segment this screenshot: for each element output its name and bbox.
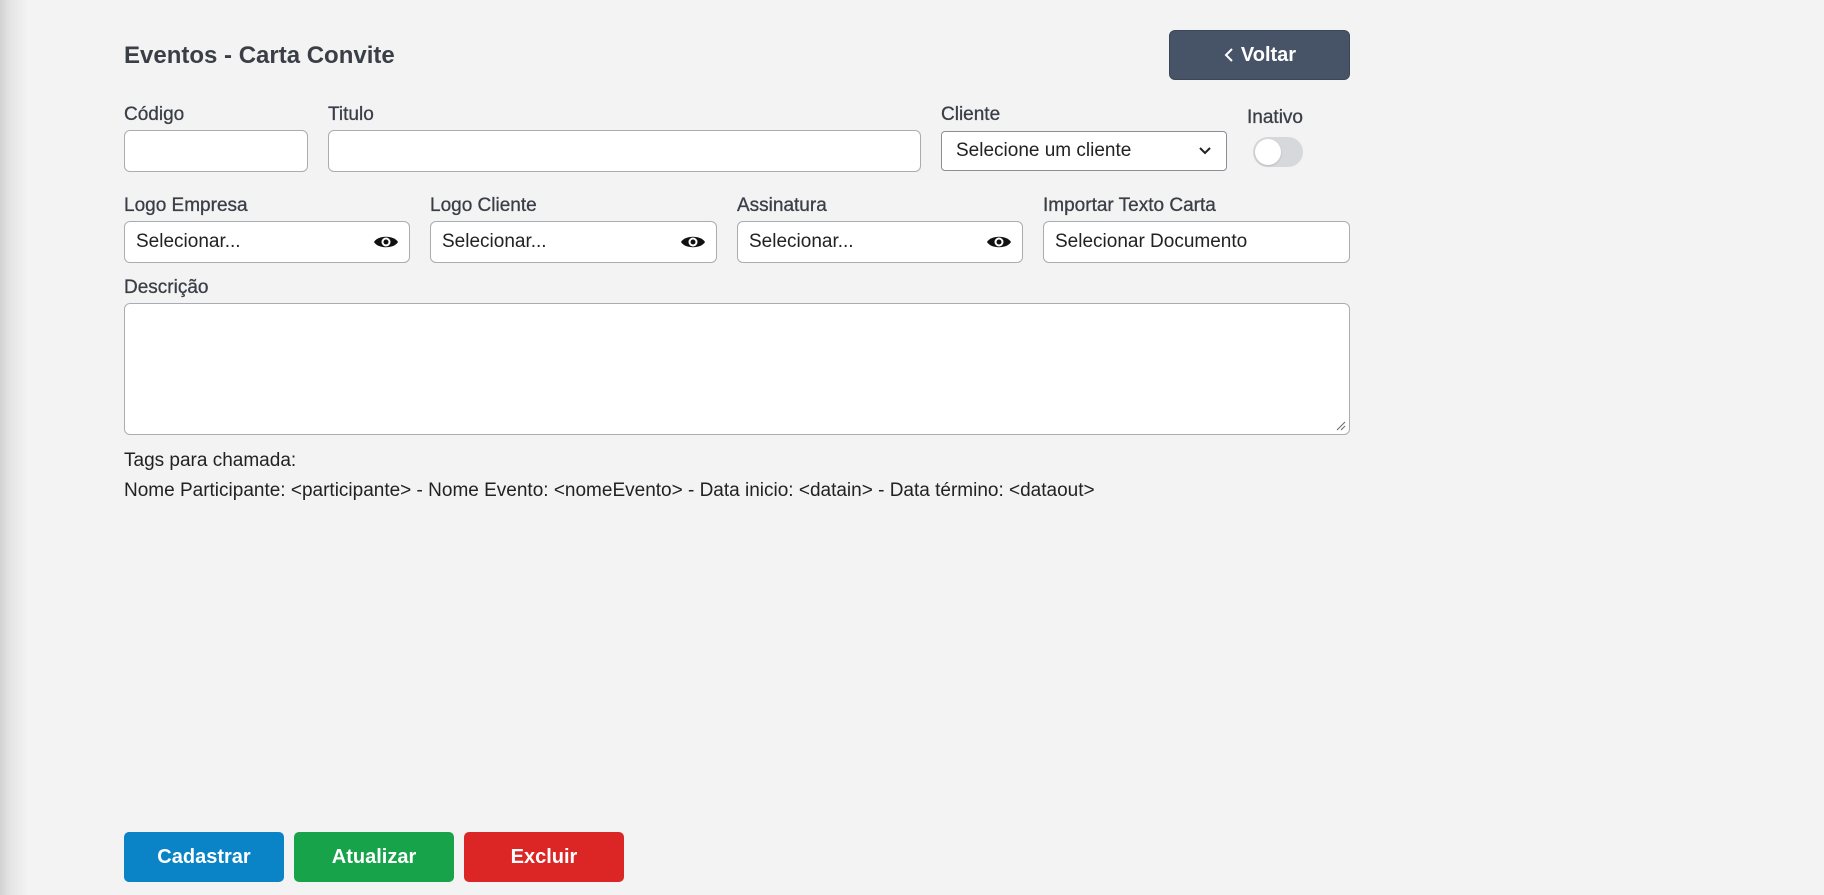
titulo-label: Titulo: [328, 104, 374, 125]
codigo-input[interactable]: [124, 130, 308, 172]
cliente-select[interactable]: Selecione um cliente: [941, 131, 1227, 171]
importar-texto-value: Selecionar Documento: [1055, 231, 1248, 252]
descricao-textarea[interactable]: [124, 303, 1350, 435]
logo-empresa-label: Logo Empresa: [124, 195, 248, 216]
assinatura-field[interactable]: Selecionar...: [737, 221, 1023, 263]
cliente-label: Cliente: [941, 104, 1001, 125]
logo-empresa-field[interactable]: Selecionar...: [124, 221, 410, 263]
importar-texto-label: Importar Texto Carta: [1043, 195, 1216, 216]
excluir-button[interactable]: Excluir: [464, 832, 624, 882]
logo-cliente-field[interactable]: Selecionar...: [430, 221, 717, 263]
resize-handle-icon[interactable]: [1335, 420, 1346, 431]
codigo-label: Código: [124, 104, 185, 125]
logo-empresa-value: Selecionar...: [136, 231, 241, 252]
chevron-left-icon: [1224, 48, 1233, 62]
back-button-label: Voltar: [1240, 43, 1297, 66]
assinatura-label: Assinatura: [737, 195, 827, 216]
page-container: Eventos - Carta Convite Voltar Código Ti…: [124, 0, 1350, 895]
window-edge-shadow: [0, 0, 28, 895]
logo-cliente-label: Logo Cliente: [430, 195, 537, 216]
tags-title: Tags para chamada:: [124, 450, 297, 471]
descricao-label: Descrição: [124, 277, 209, 298]
page-title: Eventos - Carta Convite: [124, 42, 395, 69]
inativo-label: Inativo: [1247, 107, 1303, 128]
eye-icon[interactable]: [680, 233, 706, 251]
titulo-input[interactable]: [328, 130, 921, 172]
toggle-knob: [1255, 139, 1281, 165]
cadastrar-button[interactable]: Cadastrar: [124, 832, 284, 882]
inativo-toggle[interactable]: [1253, 137, 1303, 167]
logo-cliente-value: Selecionar...: [442, 231, 547, 252]
cliente-select-value: Selecione um cliente: [956, 140, 1132, 161]
eye-icon[interactable]: [986, 233, 1012, 251]
assinatura-value: Selecionar...: [749, 231, 854, 252]
atualizar-button[interactable]: Atualizar: [294, 832, 454, 882]
eye-icon[interactable]: [373, 233, 399, 251]
chevron-down-icon: [1199, 147, 1211, 155]
tags-description: Nome Participante: <participante> - Nome…: [124, 480, 1095, 501]
back-button[interactable]: Voltar: [1169, 30, 1350, 80]
importar-texto-field[interactable]: Selecionar Documento: [1043, 221, 1350, 263]
